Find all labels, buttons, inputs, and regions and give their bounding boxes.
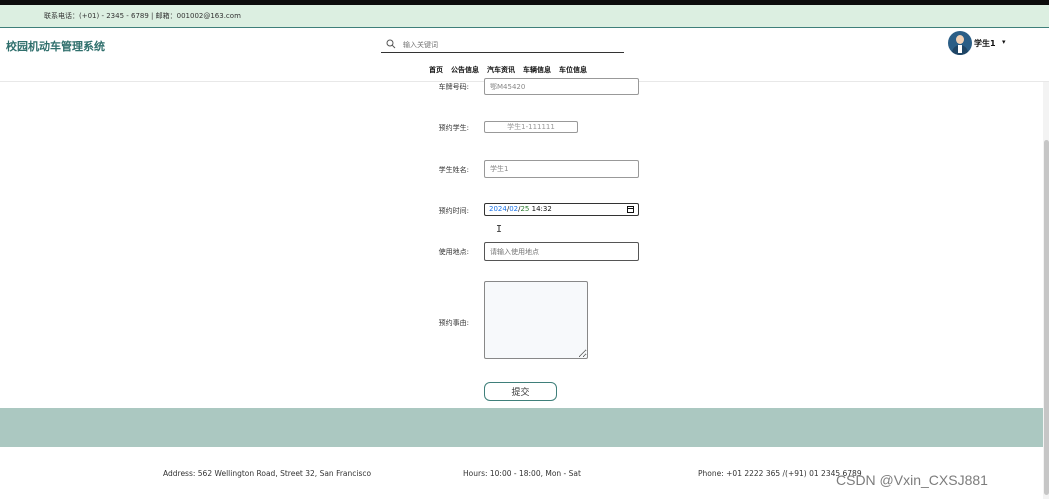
reserve-time-field[interactable]: 2024/02/25 14:32 bbox=[484, 203, 639, 216]
main-nav: 首页 公告信息 汽车资讯 车辆信息 车位信息 bbox=[429, 65, 587, 75]
date-day[interactable]: 25 bbox=[520, 205, 529, 213]
footer-band bbox=[0, 408, 1049, 447]
search-box[interactable] bbox=[381, 37, 624, 53]
reserve-time-label: 预约时间: bbox=[438, 207, 469, 215]
student-account-label: 预约学生: bbox=[438, 124, 469, 132]
student-name-label: 学生姓名: bbox=[438, 166, 469, 174]
plate-field[interactable] bbox=[484, 78, 639, 95]
student-account-field[interactable] bbox=[484, 121, 578, 133]
nav-item-home[interactable]: 首页 bbox=[429, 65, 443, 75]
nav-item-announcements[interactable]: 公告信息 bbox=[451, 65, 479, 75]
user-avatar[interactable] bbox=[948, 31, 972, 55]
contact-text: 联系电话：(+01) - 2345 - 6789 | 邮箱：001002@163… bbox=[44, 12, 241, 20]
location-field[interactable] bbox=[484, 242, 639, 261]
reason-label: 预约事由: bbox=[438, 319, 469, 327]
date-time[interactable]: 14:32 bbox=[532, 205, 552, 213]
contact-bar: 联系电话：(+01) - 2345 - 6789 | 邮箱：001002@163… bbox=[0, 5, 1049, 28]
header: 校园机动车管理系统 学生1 ▾ 首页 公告信息 汽车资讯 车辆信息 车位信息 bbox=[0, 28, 1049, 82]
avatar-shirt bbox=[958, 45, 962, 53]
reason-field[interactable] bbox=[484, 281, 588, 359]
text-cursor-icon: I bbox=[496, 224, 503, 235]
submit-button[interactable]: 提交 bbox=[484, 382, 557, 401]
date-month[interactable]: 02 bbox=[509, 205, 518, 213]
user-name[interactable]: 学生1 bbox=[974, 38, 996, 49]
footer-address: Address: 562 Wellington Road, Street 32,… bbox=[163, 469, 372, 478]
date-year[interactable]: 2024 bbox=[489, 205, 507, 213]
watermark: CSDN @Vxin_CXSJ881 bbox=[836, 472, 988, 488]
student-name-field[interactable] bbox=[484, 160, 639, 178]
search-icon bbox=[386, 39, 396, 49]
chevron-down-icon[interactable]: ▾ bbox=[1002, 38, 1006, 46]
site-title: 校园机动车管理系统 bbox=[6, 40, 105, 53]
nav-item-parking[interactable]: 车位信息 bbox=[559, 65, 587, 75]
nav-item-car-news[interactable]: 汽车资讯 bbox=[487, 65, 515, 75]
plate-label: 车牌号码: bbox=[438, 83, 469, 91]
calendar-icon[interactable] bbox=[627, 206, 634, 213]
search-input[interactable] bbox=[403, 38, 613, 51]
footer-hours: Hours: 10:00 - 18:00, Mon - Sat bbox=[463, 469, 581, 478]
avatar-head bbox=[956, 35, 964, 44]
location-label: 使用地点: bbox=[438, 248, 469, 256]
scrollbar-thumb[interactable] bbox=[1044, 140, 1049, 495]
nav-item-vehicles[interactable]: 车辆信息 bbox=[523, 65, 551, 75]
